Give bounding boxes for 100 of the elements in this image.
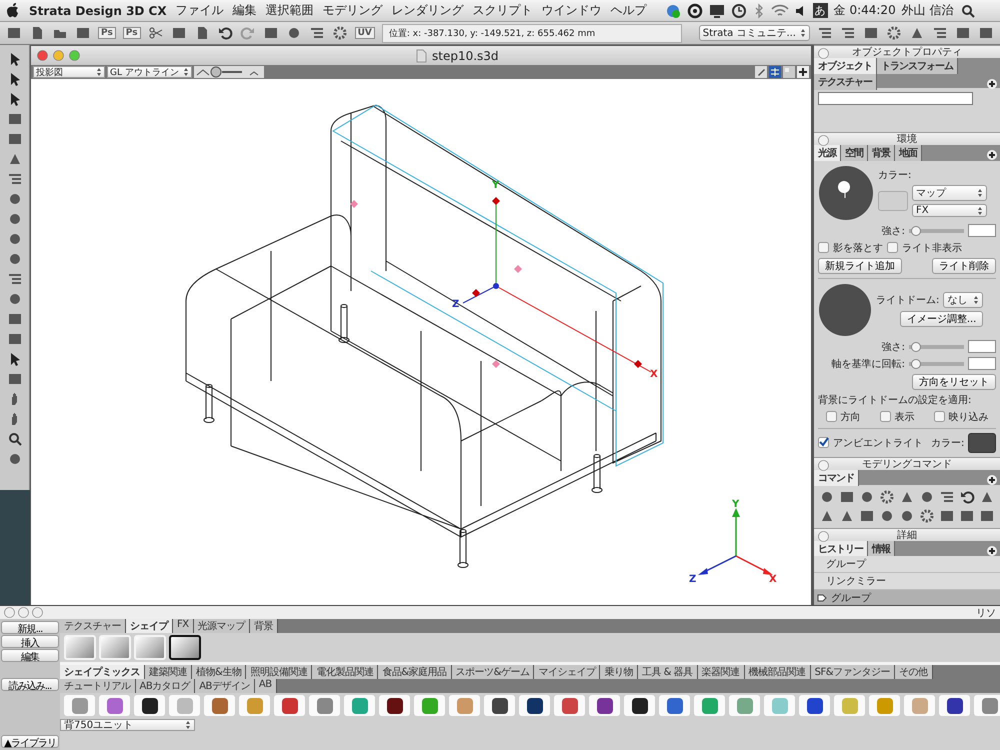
tab[interactable]: チュートリアル — [60, 679, 136, 693]
menu-clock[interactable]: 金 0:44:20 — [834, 2, 896, 19]
unit-dropdown[interactable]: 背750ユニット — [60, 719, 195, 731]
shape-thumbnail[interactable] — [939, 695, 970, 716]
align-icon[interactable] — [308, 25, 325, 41]
shape-thumbnail[interactable] — [589, 695, 620, 716]
add-icon[interactable] — [986, 149, 998, 162]
shape-thumbnail[interactable] — [484, 695, 515, 716]
shape-thumbnail[interactable] — [64, 695, 95, 716]
menu-item[interactable]: ファイル — [176, 2, 224, 19]
color-swatch[interactable] — [878, 191, 908, 212]
tab[interactable]: オブジェクト — [814, 58, 877, 74]
app-name[interactable]: Strata Design 3D CX — [29, 4, 167, 18]
tab[interactable]: ABカタログ — [136, 679, 196, 693]
shape-thumbnail[interactable] — [764, 695, 795, 716]
handle-point-drawing[interactable] — [350, 200, 522, 368]
tab[interactable]: 楽器関連 — [698, 665, 745, 679]
slider-thumb[interactable] — [911, 226, 922, 236]
shape-tool-icon[interactable] — [6, 371, 22, 387]
scissors-icon[interactable] — [148, 25, 164, 41]
tab[interactable]: 工具 & 器具 — [638, 665, 698, 679]
library-toggle-button[interactable]: ▲ライブラリ — [1, 735, 59, 748]
shape-thumbnail[interactable] — [729, 695, 760, 716]
tab[interactable]: 背景 — [868, 145, 895, 162]
pencil-icon[interactable] — [755, 66, 767, 78]
tab[interactable]: AB — [254, 679, 277, 693]
tab[interactable]: FX — [173, 619, 194, 633]
list-icon[interactable] — [840, 25, 856, 41]
tab[interactable]: 乗り物 — [600, 665, 638, 679]
sync-icon[interactable] — [664, 2, 681, 18]
tab[interactable]: マイシェイプ — [534, 665, 600, 679]
tool-icon[interactable] — [6, 271, 22, 287]
tab[interactable]: シェイプミックス — [60, 665, 145, 679]
add-icon[interactable] — [986, 474, 998, 486]
zoom-slider-icon[interactable] — [194, 66, 264, 78]
add-icon[interactable] — [797, 66, 809, 78]
add-icon[interactable] — [986, 78, 998, 90]
checkbox[interactable] — [887, 242, 898, 254]
shape-thumbnail[interactable] — [309, 695, 340, 716]
tab[interactable]: ヒストリー — [814, 540, 868, 557]
name-field[interactable] — [818, 92, 973, 106]
close-button[interactable] — [818, 48, 829, 59]
color-swatch[interactable] — [968, 432, 996, 453]
action-button[interactable]: ライト削除 — [932, 258, 996, 274]
apple-icon[interactable] — [6, 2, 20, 18]
tab[interactable]: 建築関連 — [145, 665, 192, 679]
tab[interactable]: トランスフォーム — [877, 58, 958, 74]
shape-thumbnail[interactable] — [659, 695, 690, 716]
search-icon[interactable] — [6, 431, 22, 447]
tab[interactable]: コマンド — [814, 470, 859, 486]
tab[interactable]: 空間 — [841, 145, 868, 162]
shape-thumbnail[interactable] — [869, 695, 900, 716]
undo-icon[interactable] — [216, 25, 233, 41]
toolbar-button[interactable]: UV — [354, 27, 375, 39]
view-dropdown[interactable]: 投影図 — [33, 66, 105, 78]
modeling-command-icon[interactable] — [878, 488, 895, 505]
value-field[interactable] — [968, 224, 996, 238]
action-button[interactable]: 新規ライト追加 — [818, 258, 902, 274]
fx-dropdown[interactable]: FX — [912, 204, 987, 218]
library-button[interactable]: 編集 — [1, 649, 59, 662]
menu-item[interactable]: 編集 — [232, 2, 257, 19]
shape-thumbnail[interactable] — [449, 695, 480, 716]
move-manipulator-drawing[interactable] — [462, 197, 652, 372]
shape-thumbnail[interactable] — [239, 695, 270, 716]
history-item[interactable]: グループ — [814, 556, 1000, 573]
checkbox[interactable] — [934, 411, 944, 422]
shape-thumbnail[interactable] — [624, 695, 655, 716]
tab[interactable]: 機械部品関連 — [744, 665, 811, 679]
shape-thumbnail[interactable] — [799, 695, 830, 716]
tab[interactable]: その他 — [895, 665, 932, 679]
shape-thumbnail[interactable] — [344, 695, 375, 716]
tab[interactable]: ABデザイン — [195, 679, 255, 693]
menu-item[interactable]: ヘルプ — [610, 2, 647, 19]
shape-tool-icon[interactable] — [6, 131, 22, 147]
shape-thumbnail[interactable] — [204, 695, 235, 716]
shape-tool-icon[interactable] — [6, 331, 22, 347]
tool-icon[interactable] — [6, 171, 22, 187]
tab[interactable]: SF&ファンタジー — [810, 665, 895, 679]
input-method-indicator[interactable]: あ — [812, 3, 828, 18]
tab[interactable]: 地面 — [895, 145, 922, 162]
library-button[interactable]: 新規... — [1, 621, 59, 634]
checkbox[interactable] — [826, 411, 836, 422]
tab[interactable]: 背景 — [250, 619, 278, 633]
toolbar-button[interactable]: Ps — [122, 27, 141, 39]
close-button[interactable] — [818, 135, 829, 146]
target-icon[interactable] — [686, 2, 703, 18]
bluetooth-icon[interactable] — [752, 2, 765, 18]
reset-button[interactable]: 方向をリセット — [912, 374, 996, 390]
minimize-button[interactable] — [18, 607, 29, 618]
shape-thumbnail[interactable] — [554, 695, 585, 716]
search-icon[interactable] — [960, 2, 976, 18]
tab[interactable]: スポーツ&ゲーム — [452, 665, 534, 679]
menu-item[interactable]: モデリング — [322, 2, 383, 19]
add-icon[interactable] — [986, 544, 998, 557]
close-button[interactable] — [818, 460, 829, 471]
tab[interactable]: 情報 — [868, 540, 895, 557]
image-adjust-button[interactable]: イメージ調整... — [900, 311, 984, 328]
slider-thumb[interactable] — [911, 358, 922, 369]
light-dome-preview[interactable] — [818, 282, 872, 337]
tab[interactable]: テクスチャー — [60, 619, 126, 633]
